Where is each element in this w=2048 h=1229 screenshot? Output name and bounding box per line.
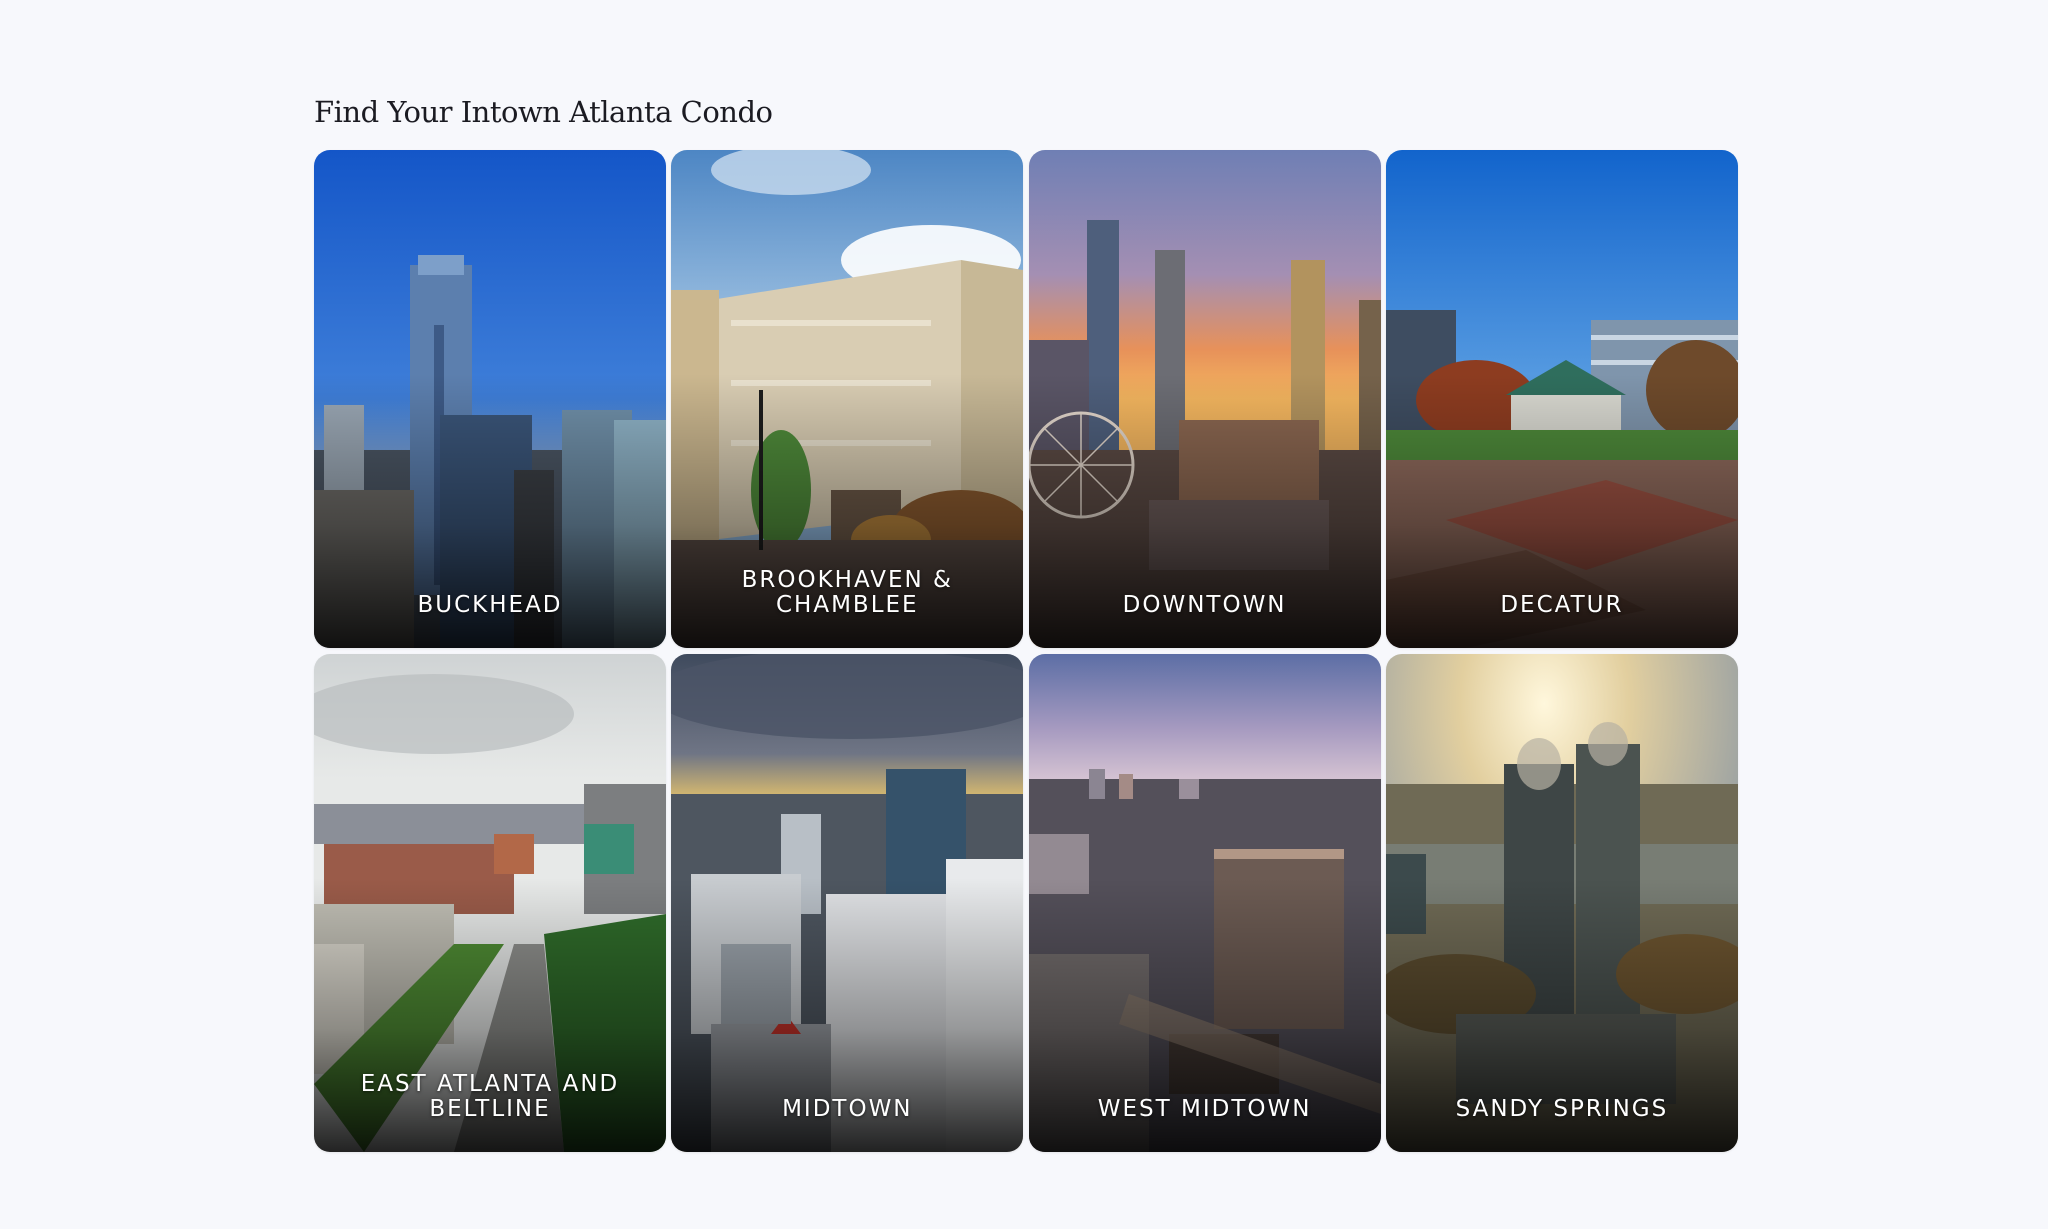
neighborhood-card-sandy-springs[interactable]: SANDY SPRINGS — [1385, 654, 1738, 1152]
neighborhood-card-downtown[interactable]: DOWNTOWN — [1028, 150, 1381, 648]
neighborhood-section: Find Your Intown Atlanta Condo BUCKHEAD … — [314, 92, 1738, 1152]
neighborhood-label: DOWNTOWN — [1122, 592, 1287, 618]
neighborhood-label: SANDY SPRINGS — [1455, 1096, 1669, 1122]
neighborhood-card-midtown[interactable]: MIDTOWN — [671, 654, 1024, 1152]
neighborhood-label: EAST ATLANTA AND BELTLINE — [360, 1071, 620, 1122]
neighborhood-label: BROOKHAVEN & CHAMBLEE — [741, 567, 953, 618]
neighborhood-card-west-midtown[interactable]: WEST MIDTOWN — [1028, 654, 1381, 1152]
page-title: Find Your Intown Atlanta Condo — [314, 95, 773, 129]
neighborhood-grid: BUCKHEAD BROOKHAVEN & CHAMBLEE DOWNTOWN … — [314, 150, 1738, 1152]
neighborhood-card-decatur[interactable]: DECATUR — [1385, 150, 1738, 648]
neighborhood-label: DECATUR — [1500, 592, 1624, 618]
neighborhood-card-brookhaven-chamblee[interactable]: BROOKHAVEN & CHAMBLEE — [671, 150, 1024, 648]
neighborhood-label: MIDTOWN — [782, 1096, 913, 1122]
neighborhood-card-buckhead[interactable]: BUCKHEAD — [314, 150, 666, 648]
neighborhood-label: BUCKHEAD — [417, 592, 563, 618]
neighborhood-label: WEST MIDTOWN — [1097, 1096, 1312, 1122]
neighborhood-card-east-atlanta-beltline[interactable]: EAST ATLANTA AND BELTLINE — [314, 654, 666, 1152]
